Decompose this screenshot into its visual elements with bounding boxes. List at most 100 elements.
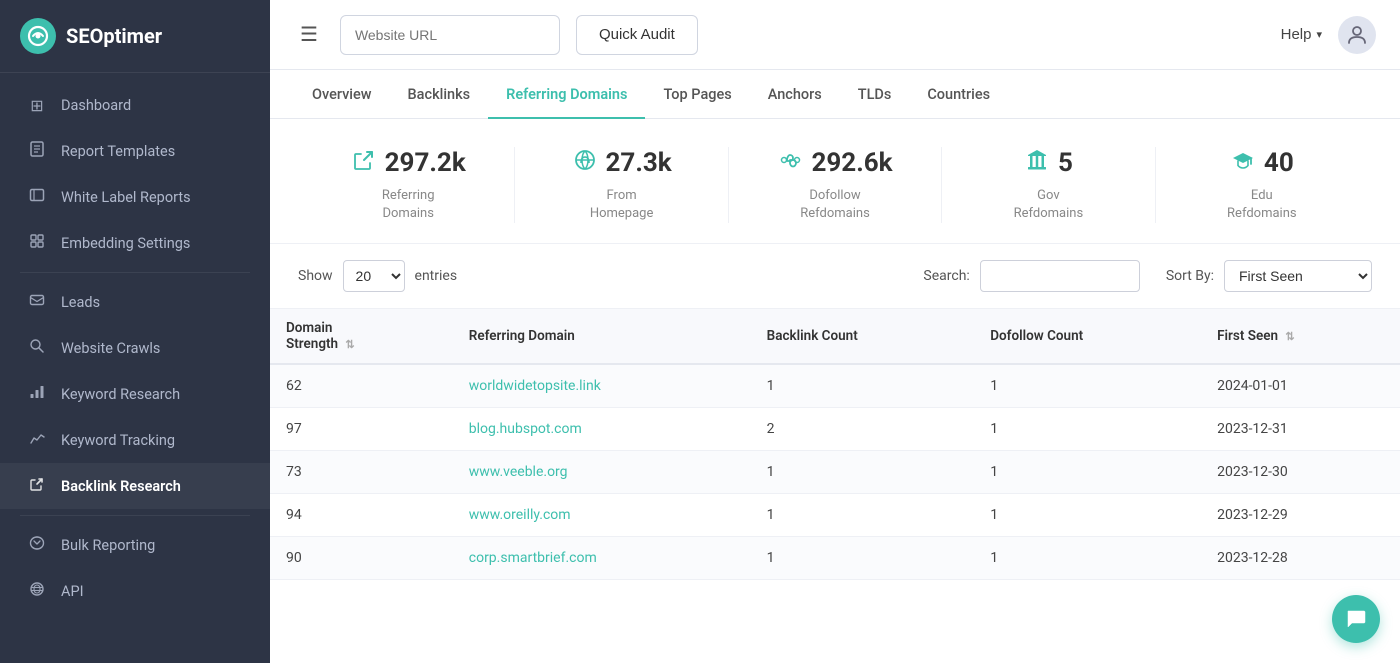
hamburger-button[interactable]: ☰ [294, 16, 324, 53]
table-body: 62 worldwidetopsite.link 1 1 2024-01-01 … [270, 364, 1400, 580]
from-homepage-stat-value: 27.3k [606, 148, 672, 178]
gov-stat-label: GovRefdomains [1014, 187, 1084, 223]
tab-countries[interactable]: Countries [909, 70, 1008, 119]
brand-name: SEOptimer [66, 24, 162, 48]
sidebar-item-label-embedding: Embedding Settings [61, 235, 190, 252]
tab-top-pages[interactable]: Top Pages [645, 70, 749, 119]
help-button[interactable]: Help ▾ [1281, 26, 1322, 43]
dofollow-stat-label: DofollowRefdomains [800, 187, 870, 223]
stat-from-homepage: 27.3k FromHomepage [515, 147, 728, 223]
sidebar-item-label-backlink-research: Backlink Research [61, 478, 181, 495]
sidebar-item-backlink-research[interactable]: Backlink Research [0, 463, 270, 509]
sidebar-item-embedding-settings[interactable]: Embedding Settings [0, 220, 270, 266]
cell-dofollow-count: 1 [974, 408, 1201, 451]
sidebar-item-white-label-reports[interactable]: White Label Reports [0, 174, 270, 220]
col-referring-domain: Referring Domain [453, 309, 751, 365]
col-backlink-count: Backlink Count [751, 309, 975, 365]
cell-first-seen: 2024-01-01 [1201, 364, 1400, 408]
leads-icon [27, 292, 47, 312]
cell-dofollow-count: 1 [974, 364, 1201, 408]
embedding-settings-icon [27, 233, 47, 253]
sidebar-item-label-dashboard: Dashboard [61, 97, 131, 114]
cell-domain-strength: 73 [270, 451, 453, 494]
table-row: 62 worldwidetopsite.link 1 1 2024-01-01 [270, 364, 1400, 408]
cell-domain-strength: 94 [270, 494, 453, 537]
sidebar-item-label-leads: Leads [61, 294, 100, 311]
keyword-tracking-icon [27, 430, 47, 450]
domain-link[interactable]: worldwidetopsite.link [469, 378, 601, 394]
edu-stat-value: 40 [1264, 148, 1294, 178]
domain-link[interactable]: corp.smartbrief.com [469, 550, 597, 566]
sort-select[interactable]: First Seen Domain Strength Backlink Coun… [1224, 260, 1372, 292]
sidebar-nav: ⊞ Dashboard Report Templates White Label… [0, 73, 270, 663]
backlink-research-icon [27, 476, 47, 496]
referring-domains-stat-icon [351, 147, 377, 179]
sidebar-item-keyword-research[interactable]: Keyword Research [0, 371, 270, 417]
website-crawls-icon [27, 338, 47, 358]
white-label-reports-icon [27, 187, 47, 207]
quick-audit-button[interactable]: Quick Audit [576, 15, 698, 55]
sidebar-item-leads[interactable]: Leads [0, 279, 270, 325]
sidebar-item-label-white-label: White Label Reports [61, 189, 191, 206]
tab-overview[interactable]: Overview [294, 70, 390, 119]
domain-link[interactable]: www.veeble.org [469, 464, 568, 480]
stat-dofollow-refdomains: 292.6k DofollowRefdomains [729, 147, 942, 223]
stat-referring-domains: 297.2k ReferringDomains [302, 147, 515, 223]
tab-tlds[interactable]: TLDs [840, 70, 910, 119]
logo-icon [20, 18, 56, 54]
cell-domain-strength: 62 [270, 364, 453, 408]
user-avatar[interactable] [1338, 16, 1376, 54]
cell-referring-domain: blog.hubspot.com [453, 408, 751, 451]
domain-link[interactable]: blog.hubspot.com [469, 421, 582, 437]
cell-referring-domain: www.oreilly.com [453, 494, 751, 537]
cell-backlink-count: 1 [751, 494, 975, 537]
chat-button[interactable] [1332, 595, 1380, 643]
url-input[interactable] [340, 15, 560, 55]
cell-dofollow-count: 1 [974, 537, 1201, 580]
sidebar-divider-2 [20, 515, 250, 516]
sidebar-item-keyword-tracking[interactable]: Keyword Tracking [0, 417, 270, 463]
sort-label: Sort By: [1166, 268, 1214, 284]
help-label: Help [1281, 26, 1312, 43]
header: ☰ Quick Audit Help ▾ [270, 0, 1400, 70]
referring-domains-stat-value: 297.2k [385, 148, 466, 178]
sidebar: SEOptimer ⊞ Dashboard Report Templates W… [0, 0, 270, 663]
entries-select[interactable]: 20 10 50 100 [343, 260, 405, 292]
first-seen-sort-icon[interactable]: ⇅ [1285, 330, 1294, 343]
bulk-reporting-icon [27, 535, 47, 555]
sidebar-item-api[interactable]: API [0, 568, 270, 614]
cell-referring-domain: corp.smartbrief.com [453, 537, 751, 580]
dofollow-stat-value: 292.6k [811, 148, 892, 178]
sidebar-divider-1 [20, 272, 250, 273]
cell-first-seen: 2023-12-29 [1201, 494, 1400, 537]
entries-label: entries [415, 268, 458, 284]
edu-stat-label: EduRefdomains [1227, 187, 1297, 223]
sidebar-item-label-report-templates: Report Templates [61, 143, 175, 160]
content-area: Overview Backlinks Referring Domains Top… [270, 70, 1400, 663]
table-row: 97 blog.hubspot.com 2 1 2023-12-31 [270, 408, 1400, 451]
tab-referring-domains[interactable]: Referring Domains [488, 70, 645, 119]
cell-backlink-count: 1 [751, 451, 975, 494]
dofollow-stat-icon [777, 147, 803, 179]
col-domain-strength: DomainStrength ⇅ [270, 309, 453, 365]
tab-backlinks[interactable]: Backlinks [390, 70, 489, 119]
keyword-research-icon [27, 384, 47, 404]
domain-link[interactable]: www.oreilly.com [469, 507, 571, 523]
api-icon [27, 581, 47, 601]
tab-anchors[interactable]: Anchors [750, 70, 840, 119]
domain-strength-sort-icon[interactable]: ⇅ [345, 338, 354, 351]
cell-first-seen: 2023-12-28 [1201, 537, 1400, 580]
sidebar-item-report-templates[interactable]: Report Templates [0, 128, 270, 174]
cell-dofollow-count: 1 [974, 494, 1201, 537]
sidebar-item-label-bulk-reporting: Bulk Reporting [61, 537, 155, 554]
table-row: 73 www.veeble.org 1 1 2023-12-30 [270, 451, 1400, 494]
data-table: DomainStrength ⇅ Referring Domain Backli… [270, 308, 1400, 580]
search-input[interactable] [980, 260, 1140, 292]
sidebar-item-dashboard[interactable]: ⊞ Dashboard [0, 83, 270, 128]
main-content: ☰ Quick Audit Help ▾ Overview Backlinks … [270, 0, 1400, 663]
sidebar-item-bulk-reporting[interactable]: Bulk Reporting [0, 522, 270, 568]
sidebar-item-website-crawls[interactable]: Website Crawls [0, 325, 270, 371]
from-homepage-stat-icon [572, 147, 598, 179]
from-homepage-stat-label: FromHomepage [590, 187, 654, 223]
cell-dofollow-count: 1 [974, 451, 1201, 494]
